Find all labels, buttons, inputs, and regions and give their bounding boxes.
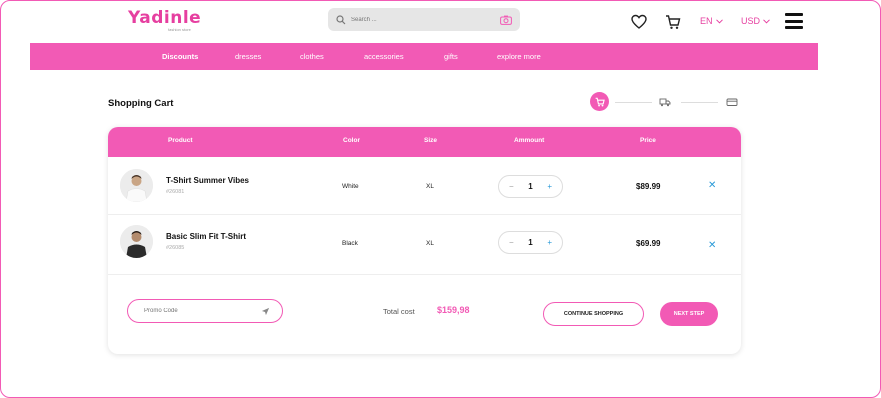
continue-shopping-button[interactable]: CONTINUE SHOPPING: [543, 302, 644, 326]
cart-table: Product Color Size Ammount Price T-Shirt…: [108, 127, 741, 354]
quantity-value: 1: [528, 238, 533, 247]
nav-item-accessories[interactable]: accessories: [364, 52, 404, 61]
quantity-stepper: − 1 +: [498, 231, 563, 254]
logo[interactable]: Yadinle fashion store: [128, 9, 201, 32]
chevron-down-icon: [715, 18, 723, 24]
product-photo-black-tshirt: [120, 225, 153, 258]
nav-item-discounts[interactable]: Discounts: [162, 52, 198, 61]
search-bar[interactable]: [328, 8, 520, 31]
table-row: T-Shirt Summer Vibes #26081 White XL − 1…: [108, 157, 741, 215]
search-icon: [336, 14, 346, 24]
total-cost-label: Total cost: [383, 307, 415, 316]
product-image[interactable]: [120, 169, 153, 202]
camera-icon[interactable]: [500, 15, 512, 25]
product-color: White: [342, 183, 359, 190]
column-header-color: Color: [343, 137, 360, 144]
send-icon[interactable]: [261, 307, 270, 316]
category-nav: Discounts dresses clothes accessories gi…: [30, 43, 818, 70]
currency-label: USD: [741, 16, 761, 26]
language-label: EN: [700, 16, 713, 26]
promo-code-field[interactable]: [127, 299, 283, 323]
step-connector: [615, 102, 652, 103]
column-header-product: Product: [168, 137, 193, 144]
currency-selector[interactable]: USD: [741, 16, 770, 26]
checkout-steps: [590, 92, 740, 112]
product-sku: #26081: [166, 189, 185, 195]
remove-item-button[interactable]: ✕: [708, 240, 716, 251]
product-name[interactable]: Basic Slim Fit T-Shirt: [166, 232, 246, 241]
cart-icon[interactable]: [665, 14, 681, 30]
remove-item-button[interactable]: ✕: [708, 180, 716, 191]
increase-quantity-button[interactable]: +: [547, 238, 552, 247]
product-name[interactable]: T-Shirt Summer Vibes: [166, 176, 249, 185]
product-price: $89.99: [636, 182, 661, 191]
chevron-down-icon: [763, 18, 770, 24]
logo-tagline: fashion store: [168, 27, 191, 32]
product-image[interactable]: [120, 225, 153, 258]
column-header-amount: Ammount: [514, 137, 545, 144]
column-header-size: Size: [424, 137, 438, 144]
decrease-quantity-button[interactable]: −: [509, 182, 514, 191]
menu-bar: [785, 13, 803, 16]
decrease-quantity-button[interactable]: −: [509, 238, 514, 247]
column-header-price: Price: [640, 137, 656, 144]
nav-item-dresses[interactable]: dresses: [235, 52, 261, 61]
menu-bar: [785, 19, 803, 23]
product-price: $69.99: [636, 239, 661, 248]
increase-quantity-button[interactable]: +: [547, 182, 552, 191]
product-color: Black: [342, 240, 358, 247]
promo-code-input[interactable]: [144, 308, 244, 314]
menu-bar: [785, 26, 803, 29]
language-selector[interactable]: EN: [700, 16, 723, 26]
product-sku: #26085: [166, 245, 185, 251]
total-cost-value: $159,98: [437, 305, 470, 315]
delivery-truck-icon: [659, 98, 671, 107]
next-step-button[interactable]: NEXT STEP: [660, 302, 718, 326]
search-input[interactable]: [351, 16, 500, 23]
cart-icon: [595, 97, 605, 106]
quantity-stepper: − 1 +: [498, 175, 563, 198]
nav-item-gifts[interactable]: gifts: [444, 52, 458, 61]
nav-item-explore-more[interactable]: explore more: [497, 52, 541, 61]
page-title: Shopping Cart: [108, 98, 174, 109]
quantity-value: 1: [528, 182, 533, 191]
nav-item-clothes[interactable]: clothes: [300, 52, 324, 61]
product-photo-white-tshirt: [120, 169, 153, 202]
logo-text: Yadinle: [128, 8, 202, 28]
table-header: Product Color Size Ammount Price: [108, 127, 741, 157]
product-size: XL: [426, 240, 434, 247]
step-cart: [590, 92, 609, 111]
menu-icon[interactable]: [785, 13, 803, 29]
step-connector: [681, 102, 718, 103]
payment-card-icon: [726, 98, 738, 106]
heart-icon[interactable]: [631, 14, 647, 30]
product-size: XL: [426, 183, 434, 190]
table-row: Basic Slim Fit T-Shirt #26085 Black XL −…: [108, 215, 741, 275]
